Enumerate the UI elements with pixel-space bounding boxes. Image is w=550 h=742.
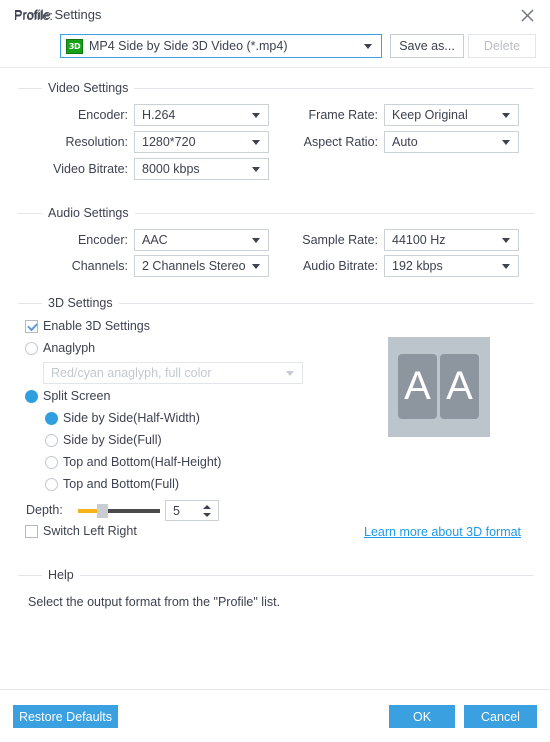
profile-select-value: MP4 Side by Side 3D Video (*.mp4): [89, 39, 288, 53]
split-option-radio-3[interactable]: [45, 478, 58, 491]
video-bitrate-select[interactable]: 8000 kbps: [134, 158, 269, 180]
title-bar: Profile Settings: [0, 0, 550, 30]
stepper-up-icon[interactable]: [203, 505, 211, 509]
anaglyph-label[interactable]: Anaglyph: [43, 341, 95, 355]
enable-3d-checkbox[interactable]: [25, 320, 38, 333]
resolution-value: 1280*720: [142, 135, 196, 149]
chevron-down-icon: [252, 113, 260, 118]
sample-rate-value: 44100 Hz: [392, 233, 446, 247]
aspect-ratio-label: Aspect Ratio:: [303, 135, 378, 149]
three-d-preview: A A: [388, 337, 490, 437]
save-as-button[interactable]: Save as...: [390, 34, 464, 58]
video-settings-title: Video Settings: [42, 81, 135, 95]
aspect-ratio-select[interactable]: Auto: [384, 131, 519, 153]
audio-settings-title: Audio Settings: [42, 206, 135, 220]
help-title: Help: [42, 568, 80, 582]
channels-label: Channels:: [71, 259, 128, 273]
audio-encoder-value: AAC: [142, 233, 168, 247]
video-bitrate-value: 8000 kbps: [142, 162, 200, 176]
switch-left-right-label[interactable]: Switch Left Right: [43, 524, 137, 538]
audio-bitrate-value: 192 kbps: [392, 259, 443, 273]
preview-pane-right: A: [440, 354, 479, 419]
audio-bitrate-label: Audio Bitrate:: [302, 259, 378, 273]
aspect-ratio-value: Auto: [392, 135, 418, 149]
cancel-button[interactable]: Cancel: [464, 705, 537, 728]
depth-slider-fill: [78, 509, 99, 513]
profile-select[interactable]: 3D MP4 Side by Side 3D Video (*.mp4): [60, 34, 382, 58]
depth-label: Depth:: [26, 503, 63, 517]
chevron-down-icon: [502, 238, 510, 243]
frame-rate-select[interactable]: Keep Original: [384, 104, 519, 126]
profile-settings-dialog: Profile Settings Profile: 3D MP4 Side by…: [0, 0, 550, 742]
chevron-down-icon: [252, 167, 260, 172]
delete-button: Delete: [468, 34, 536, 58]
chevron-down-icon: [252, 238, 260, 243]
restore-defaults-button[interactable]: Restore Defaults: [13, 705, 118, 728]
audio-encoder-select[interactable]: AAC: [134, 229, 269, 251]
depth-value: 5: [173, 504, 180, 518]
split-option-radio-1[interactable]: [45, 434, 58, 447]
chevron-down-icon: [502, 140, 510, 145]
profile-label: Profile:: [14, 9, 53, 23]
format-3d-icon: 3D: [66, 39, 83, 54]
anaglyph-radio[interactable]: [25, 342, 38, 355]
channels-select[interactable]: 2 Channels Stereo: [134, 255, 269, 277]
split-option-label-2[interactable]: Top and Bottom(Half-Height): [63, 455, 221, 469]
three-d-settings-group: 3D Settings: [18, 296, 534, 310]
sample-rate-select[interactable]: 44100 Hz: [384, 229, 519, 251]
resolution-label: Resolution:: [65, 135, 128, 149]
stepper-down-icon[interactable]: [203, 513, 211, 517]
depth-slider-handle[interactable]: [97, 504, 108, 518]
help-text: Select the output format from the "Profi…: [28, 595, 281, 609]
anaglyph-type-select: Red/cyan anaglyph, full color: [43, 362, 303, 384]
video-encoder-label: Encoder:: [77, 108, 128, 122]
learn-more-link[interactable]: Learn more about 3D format: [364, 525, 521, 539]
split-screen-radio[interactable]: [25, 390, 38, 403]
sample-rate-label: Sample Rate:: [302, 233, 378, 247]
chevron-down-icon: [364, 44, 372, 49]
header-divider: [0, 67, 550, 68]
three-d-settings-title: 3D Settings: [42, 296, 119, 310]
switch-left-right-checkbox[interactable]: [25, 525, 38, 538]
chevron-down-icon: [252, 264, 260, 269]
video-bitrate-label: Video Bitrate:: [53, 162, 128, 176]
enable-3d-label[interactable]: Enable 3D Settings: [43, 319, 150, 333]
frame-rate-label: Frame Rate:: [308, 108, 378, 122]
chevron-down-icon: [252, 140, 260, 145]
close-icon[interactable]: [514, 3, 540, 27]
split-option-label-0[interactable]: Side by Side(Half-Width): [63, 411, 200, 425]
video-encoder-select[interactable]: H.264: [134, 104, 269, 126]
ok-button[interactable]: OK: [389, 705, 455, 728]
video-encoder-value: H.264: [142, 108, 176, 122]
channels-value: 2 Channels Stereo: [142, 259, 246, 273]
frame-rate-value: Keep Original: [392, 108, 468, 122]
resolution-select[interactable]: 1280*720: [134, 131, 269, 153]
audio-settings-group: Audio Settings: [18, 206, 534, 220]
split-screen-label[interactable]: Split Screen: [43, 389, 110, 403]
footer-divider: [0, 689, 550, 690]
chevron-down-icon: [502, 264, 510, 269]
preview-pane-left: A: [398, 354, 437, 419]
video-settings-group: Video Settings: [18, 81, 534, 95]
split-option-radio-0[interactable]: [45, 412, 58, 425]
split-option-label-3[interactable]: Top and Bottom(Full): [63, 477, 179, 491]
depth-slider[interactable]: [78, 504, 160, 518]
chevron-down-icon: [286, 371, 294, 376]
audio-encoder-label: Encoder:: [77, 233, 128, 247]
split-option-radio-2[interactable]: [45, 456, 58, 469]
depth-stepper[interactable]: 5: [165, 500, 219, 521]
chevron-down-icon: [502, 113, 510, 118]
help-group: Help: [18, 568, 534, 582]
audio-bitrate-select[interactable]: 192 kbps: [384, 255, 519, 277]
anaglyph-type-value: Red/cyan anaglyph, full color: [51, 366, 212, 380]
split-option-label-1[interactable]: Side by Side(Full): [63, 433, 162, 447]
